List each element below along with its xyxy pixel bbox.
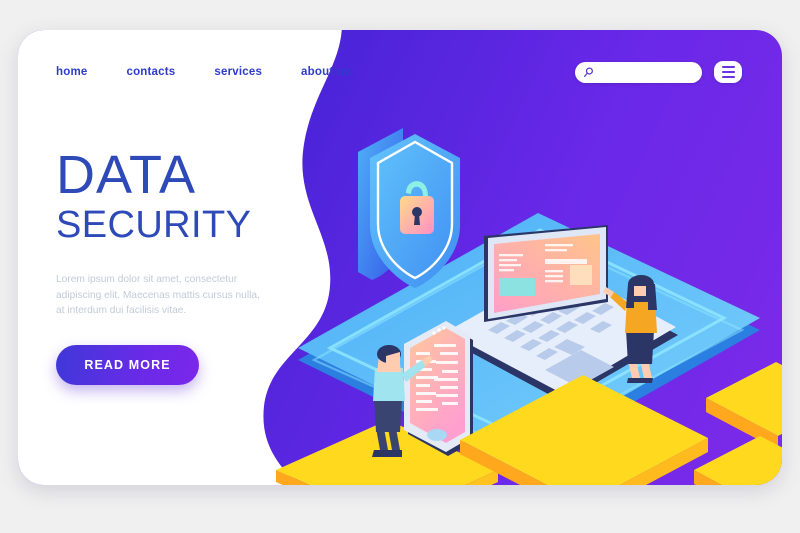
search-box[interactable]: [575, 61, 702, 83]
nav-item-contacts[interactable]: contacts: [126, 66, 175, 78]
hero-copy: DATA SECURITY Lorem ipsum dolor sit amet…: [56, 145, 306, 386]
header-actions: [575, 61, 742, 83]
search-icon: [584, 66, 593, 77]
page-title-line2: SECURITY: [56, 203, 252, 246]
search-input[interactable]: [597, 67, 691, 77]
nav-item-home[interactable]: home: [56, 66, 87, 78]
nav-item-about-us[interactable]: about us: [301, 66, 351, 78]
main-navigation: home contacts services about us: [56, 66, 351, 78]
menu-bar-2: [721, 70, 735, 74]
menu-bar-1: [721, 65, 735, 69]
page-title-line1: DATA: [56, 145, 197, 205]
page-root: home contacts services about us DATA SEC…: [0, 0, 800, 533]
read-more-button[interactable]: READ MORE: [56, 345, 199, 386]
menu-bar-3: [721, 75, 735, 79]
nav-item-services[interactable]: services: [214, 66, 262, 78]
landing-page-card: home contacts services about us DATA SEC…: [18, 30, 782, 485]
hero-paragraph: Lorem ipsum dolor sit amet, consectetur …: [56, 273, 260, 317]
hamburger-menu-icon[interactable]: [714, 61, 742, 83]
